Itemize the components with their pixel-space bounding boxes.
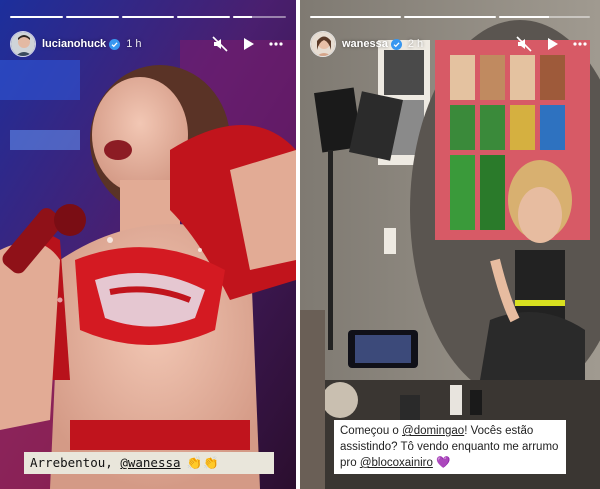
mention-link[interactable]: @wanessa — [120, 455, 180, 470]
caption-text: Arrebentou, — [30, 455, 121, 470]
progress-segment-fill — [233, 16, 252, 18]
progress-segment-fill — [404, 16, 496, 18]
username[interactable]: wanessa — [342, 38, 388, 50]
more-options-button[interactable] — [570, 34, 590, 54]
verified-icon — [109, 38, 121, 50]
mention-link-blocoxainiro[interactable]: @blocoxainiro — [360, 457, 433, 469]
play-icon — [548, 38, 558, 50]
progress-segment — [404, 16, 496, 18]
clapping-hands-emoji: 👏👏 — [186, 455, 220, 470]
verified-icon — [390, 38, 402, 50]
progress-segment — [65, 16, 119, 18]
progress-segment — [233, 16, 286, 18]
mention-link-domingao[interactable]: @domingao — [402, 425, 464, 437]
more-icon — [269, 42, 283, 46]
caption-text: Começou o — [340, 425, 403, 437]
progress-segment-fill — [121, 16, 175, 18]
post-time: 1 h — [126, 38, 142, 50]
avatar[interactable] — [10, 31, 36, 57]
story-lucianohuck[interactable]: lucianohuck 1 h Arrebentou, @wanessa 👏👏 — [0, 0, 296, 489]
progress-segment-fill — [10, 16, 63, 18]
story-caption: Arrebentou, @wanessa 👏👏 — [24, 452, 274, 474]
progress-segment-fill — [177, 16, 231, 18]
mute-icon — [516, 36, 532, 52]
play-icon — [244, 38, 254, 50]
play-button[interactable] — [238, 34, 258, 54]
purple-heart-emoji: 💜 — [436, 457, 451, 469]
mute-button[interactable] — [210, 34, 230, 54]
avatar[interactable] — [310, 31, 336, 57]
username[interactable]: lucianohuck — [42, 38, 106, 50]
progress-segment — [498, 16, 590, 18]
story-caption: Começou o @domingao! Vocês estão assisti… — [334, 420, 566, 474]
mute-button[interactable] — [514, 34, 534, 54]
mute-icon — [212, 36, 228, 52]
story-wanessa[interactable]: wanessa 2 h — [300, 0, 600, 489]
more-icon — [573, 42, 587, 46]
story-image-singer-on-stage — [0, 0, 296, 489]
story-image-dressing-room-mirror — [300, 0, 600, 489]
progress-segment — [10, 16, 63, 18]
progress-segment — [121, 16, 175, 18]
progress-segment-fill — [498, 16, 549, 18]
progress-segment-fill — [65, 16, 119, 18]
story-progress-bar — [10, 16, 286, 18]
story-progress-bar — [310, 16, 590, 18]
progress-segment — [310, 16, 402, 18]
more-options-button[interactable] — [266, 34, 286, 54]
progress-segment-fill — [310, 16, 402, 18]
story-header: lucianohuck 1 h — [10, 28, 286, 60]
play-button[interactable] — [542, 34, 562, 54]
story-header: wanessa 2 h — [310, 28, 590, 60]
post-time: 2 h — [407, 38, 424, 50]
progress-segment — [177, 16, 231, 18]
